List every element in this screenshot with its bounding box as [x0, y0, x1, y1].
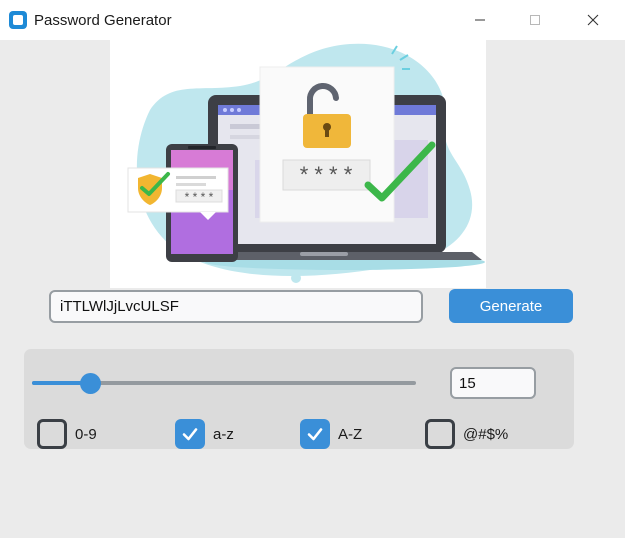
masked-password-large: * * * * — [300, 162, 353, 187]
symbols-checkbox[interactable]: @#$% — [425, 419, 508, 449]
uppercase-checkbox-label: A-Z — [338, 425, 363, 443]
maximize-button[interactable] — [512, 0, 558, 40]
minimize-icon — [475, 19, 485, 21]
symbols-checkbox-label: @#$% — [463, 425, 509, 443]
digits-checkbox[interactable]: 0-9 — [37, 419, 97, 449]
checkmark-icon — [182, 428, 198, 441]
length-slider-thumb[interactable] — [79, 373, 101, 394]
security-illustration: * * * * * * * * — [110, 40, 486, 288]
length-field[interactable] — [450, 367, 536, 399]
laptop-padlock-illustration: * * * * * * * * — [127, 43, 485, 283]
digits-checkbox-box[interactable] — [37, 419, 67, 449]
app-icon — [9, 11, 27, 29]
uppercase-checkbox[interactable]: A-Z — [300, 419, 362, 449]
symbols-checkbox-box[interactable] — [425, 419, 455, 449]
lowercase-checkbox-box[interactable] — [175, 419, 205, 449]
close-button[interactable] — [570, 0, 616, 40]
generate-button[interactable]: Generate — [449, 289, 573, 323]
digits-checkbox-label: 0-9 — [75, 425, 97, 443]
checkmark-icon — [307, 428, 323, 441]
maximize-icon — [530, 15, 540, 25]
password-output-field[interactable] — [49, 290, 423, 323]
minimize-button[interactable] — [457, 0, 503, 40]
masked-password-small: * * * * — [185, 190, 214, 204]
uppercase-checkbox-box[interactable] — [300, 419, 330, 449]
window-title: Password Generator — [34, 12, 172, 29]
close-icon — [587, 14, 599, 26]
lowercase-checkbox[interactable]: a-z — [175, 419, 234, 449]
lowercase-checkbox-label: a-z — [213, 425, 234, 443]
title-bar: Password Generator — [0, 0, 625, 40]
